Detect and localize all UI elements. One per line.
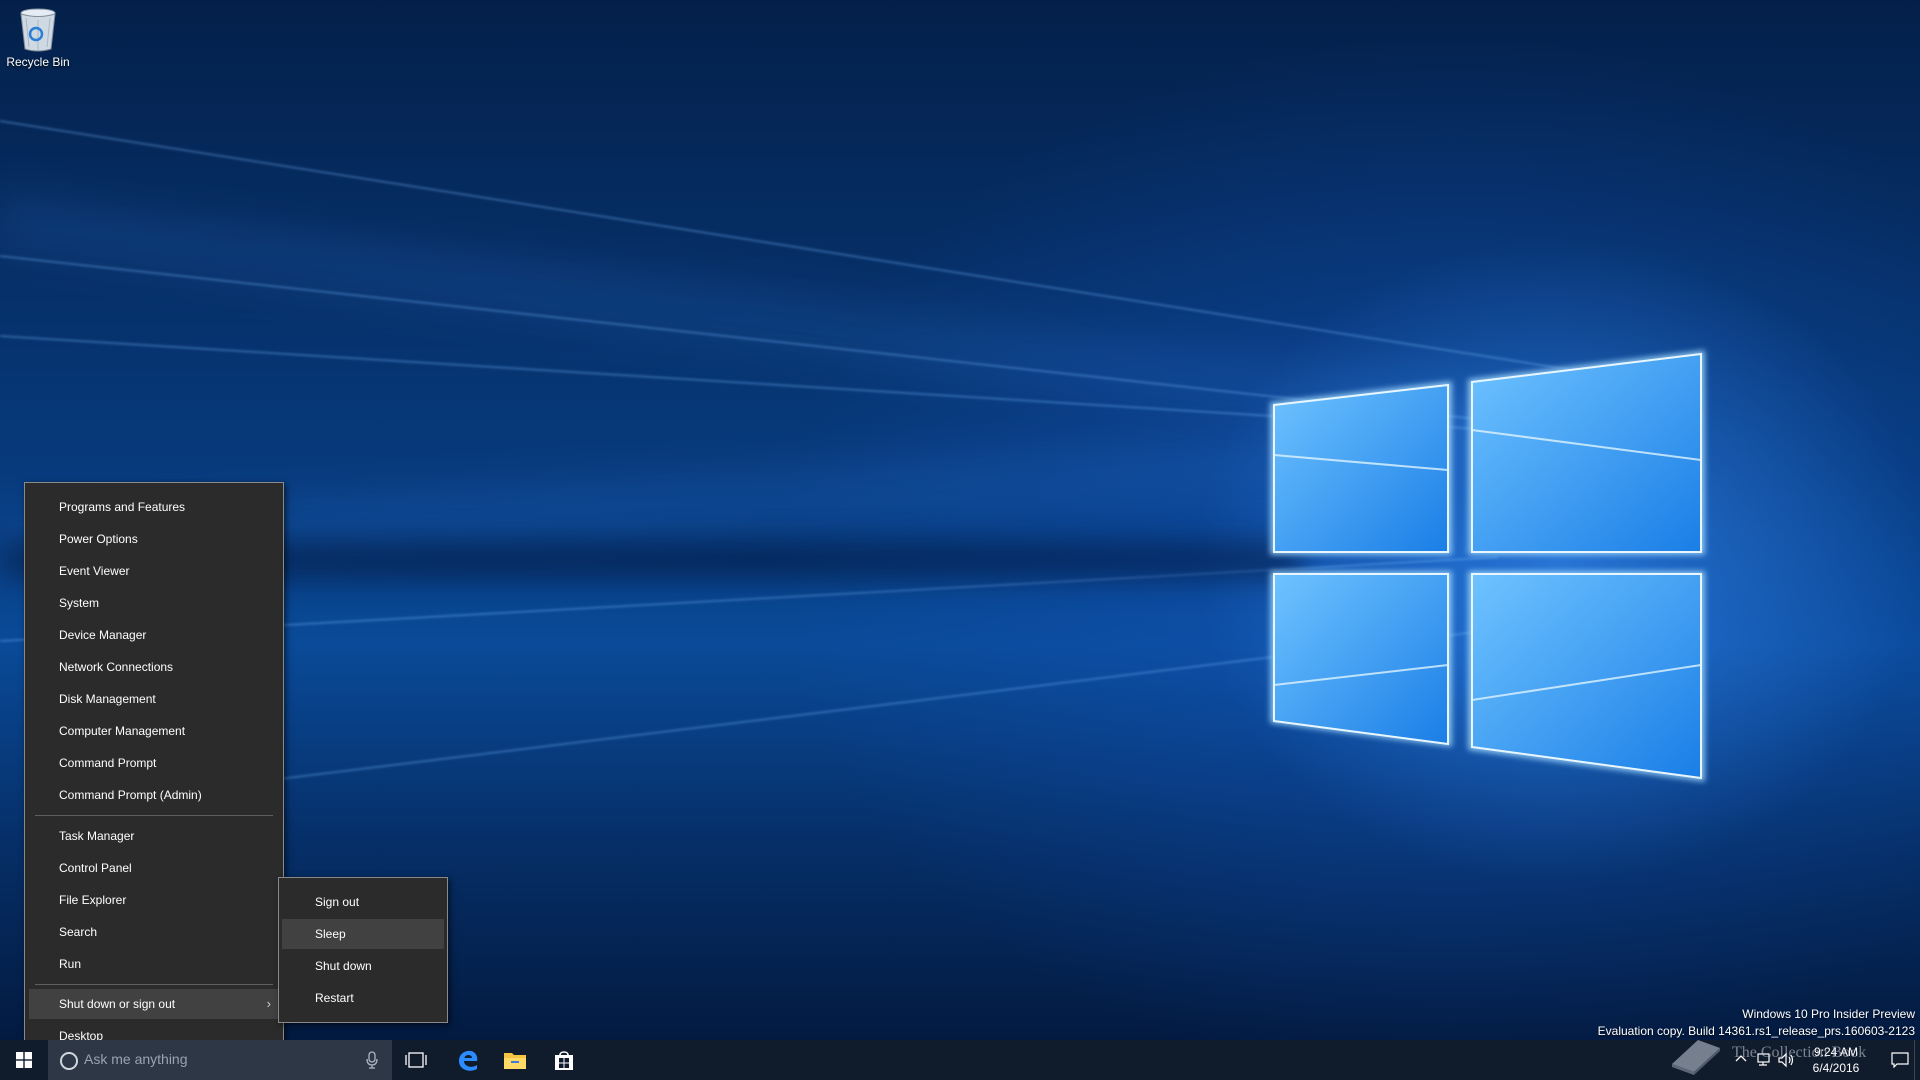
taskbar-edge-button[interactable] xyxy=(444,1040,492,1080)
menu-separator xyxy=(35,815,273,816)
brand-text: The Collection Book xyxy=(1732,1044,1867,1061)
search-placeholder: Ask me anything xyxy=(84,1051,188,1067)
menu-separator xyxy=(35,984,273,985)
watermark-edition: Windows 10 Pro Insider Preview xyxy=(1742,1007,1915,1021)
menu-item-sleep[interactable]: Sleep xyxy=(282,919,444,949)
menu-item-disk-management[interactable]: Disk Management xyxy=(29,684,279,714)
menu-item-programs-and-features[interactable]: Programs and Features xyxy=(29,492,279,522)
edge-icon xyxy=(459,1050,478,1071)
menu-item-run[interactable]: Run xyxy=(29,949,279,979)
menu-item-task-manager[interactable]: Task Manager xyxy=(29,821,279,851)
menu-item-label: Shut down or sign out xyxy=(59,997,176,1011)
desktop-icon-recycle-bin[interactable]: Recycle Bin xyxy=(4,6,72,69)
task-view-button[interactable] xyxy=(392,1040,440,1080)
start-button[interactable] xyxy=(0,1040,48,1080)
brand-watermark: The Collection Book xyxy=(1668,1030,1898,1080)
menu-item-command-prompt-admin[interactable]: Command Prompt (Admin) xyxy=(29,780,279,810)
winx-context-menu: Programs and Features Power Options Even… xyxy=(24,482,284,1061)
menu-item-shut-down[interactable]: Shut down xyxy=(282,951,444,981)
folder-icon xyxy=(504,1053,526,1069)
taskbar-store-button[interactable] xyxy=(540,1040,588,1080)
menu-item-command-prompt[interactable]: Command Prompt xyxy=(29,748,279,778)
menu-item-power-options[interactable]: Power Options xyxy=(29,524,279,554)
menu-item-device-manager[interactable]: Device Manager xyxy=(29,620,279,650)
desktop-icon-label: Recycle Bin xyxy=(6,55,70,69)
menu-item-restart[interactable]: Restart xyxy=(282,983,444,1013)
show-desktop-button[interactable] xyxy=(1914,1040,1920,1080)
cortana-icon xyxy=(60,1052,78,1070)
menu-item-event-viewer[interactable]: Event Viewer xyxy=(29,556,279,586)
windows-start-icon xyxy=(16,1052,32,1068)
taskbar-file-explorer-button[interactable] xyxy=(491,1040,539,1080)
chevron-right-icon: › xyxy=(266,996,271,1011)
shutdown-submenu: Sign out Sleep Shut down Restart xyxy=(278,877,448,1023)
taskbar: Ask me anything 9:24 AM 6/4/2016 xyxy=(0,1040,1920,1080)
recycle-bin-icon xyxy=(20,8,56,52)
menu-item-computer-management[interactable]: Computer Management xyxy=(29,716,279,746)
menu-item-network-connections[interactable]: Network Connections xyxy=(29,652,279,682)
menu-item-sign-out[interactable]: Sign out xyxy=(282,887,444,917)
windows-logo-wallpaper xyxy=(1270,350,1705,782)
task-view-icon xyxy=(405,1052,427,1068)
book-logo-icon xyxy=(1672,1040,1720,1075)
menu-item-search[interactable]: Search xyxy=(29,917,279,947)
menu-item-control-panel[interactable]: Control Panel xyxy=(29,853,279,883)
menu-item-file-explorer[interactable]: File Explorer xyxy=(29,885,279,915)
microphone-icon[interactable] xyxy=(366,1051,378,1069)
menu-item-shut-down-or-sign-out[interactable]: Shut down or sign out › xyxy=(29,989,279,1019)
menu-item-system[interactable]: System xyxy=(29,588,279,618)
cortana-search-box[interactable]: Ask me anything xyxy=(48,1040,392,1080)
store-icon xyxy=(555,1051,573,1070)
